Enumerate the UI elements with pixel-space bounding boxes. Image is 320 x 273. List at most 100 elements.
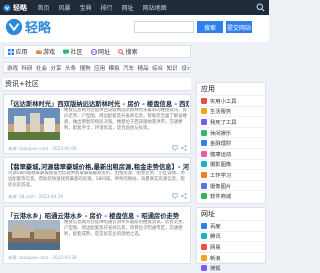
tag-item[interactable]: 模拟 <box>109 64 120 72</box>
article-meta: 来源: zxloupan.com · 2023-05-06 <box>8 146 77 151</box>
grid-icon <box>8 48 14 55</box>
logo-text: 轻略 <box>25 21 52 36</box>
article-card[interactable]: 【翡翠豪城,河源翡翠豪城价格,最新出租房源,租金走势信息】- 河源58同城 河源… <box>3 157 191 203</box>
site-logo[interactable]: 轻略 <box>5 17 51 36</box>
sidebar-item-label: 休闲娱乐 <box>210 130 232 137</box>
tab-sites[interactable]: 网址 <box>87 47 115 56</box>
nav-item[interactable]: 网站地图 <box>138 3 171 12</box>
tag-item[interactable]: 头条 <box>65 64 76 72</box>
article-meta: 来源: 58.com · 2023-04-19 <box>8 194 64 199</box>
sidebar-item-label: 搜狐 <box>210 266 221 273</box>
app-square-icon <box>201 118 207 125</box>
sidebar-item[interactable]: 我死了工具 <box>197 116 265 127</box>
sidebar-item[interactable]: 休闲娱乐 <box>197 126 265 138</box>
tag-item[interactable]: 搜狗 <box>80 64 91 72</box>
section-title: 资讯+社区 <box>3 78 191 91</box>
submit-site-button[interactable]: 提交网站 <box>226 21 252 33</box>
app-square-icon <box>201 150 207 157</box>
gamepad-icon <box>35 50 42 54</box>
tab-games[interactable]: 游戏 <box>32 47 60 56</box>
article-title[interactable]: 【翡翠豪城,河源翡翠豪城价格,最新出租房源,租金走势信息】- 河源58同城 <box>7 162 189 171</box>
tag-strip: 游戏 科研 社会 分享 头条 搜狗 应用 模拟 汽车 精品 综合 知识 设计 <box>3 62 191 73</box>
tag-item[interactable]: 知识 <box>167 64 178 72</box>
tag-item[interactable]: 科研 <box>22 64 33 72</box>
site-header: 轻略 搜索 提交网站 <box>0 15 269 42</box>
tab-community[interactable]: 社区 <box>59 47 87 56</box>
chat-icon <box>63 49 70 55</box>
tag-item[interactable]: 综合 <box>152 64 163 72</box>
tag-item[interactable]: 精品 <box>138 64 149 72</box>
sidebar-item[interactable]: 金融理财 <box>197 137 265 148</box>
share-icon[interactable] <box>181 193 187 199</box>
tab-search[interactable]: 搜索 <box>114 47 142 56</box>
article-title[interactable]: 「云港水乡」昭通云港水乡 - 房价 - 楼盘信息 - 昭通房价走势 <box>7 211 189 220</box>
app-square-icon <box>201 140 207 147</box>
app-square-icon <box>201 97 207 104</box>
top-search-icon[interactable] <box>256 3 265 12</box>
article-desc: 楼盘信息网为您提供西双版纳远达斯林时光最新的楼盘资讯、房价走势、户型图、周边配套… <box>64 108 187 131</box>
tag-item[interactable]: 汽车 <box>123 64 134 72</box>
nav-item[interactable]: 首页 <box>33 3 54 12</box>
sidebar-item-label: 摄像图片 <box>210 183 232 190</box>
article-thumbnail[interactable] <box>8 220 60 250</box>
sidebar-item-label: 生活服务 <box>210 109 232 116</box>
article-card[interactable]: 「云港水乡」昭通云港水乡 - 房价 - 楼盘信息 - 昭通房价走势 楼盘信息网为… <box>3 206 191 264</box>
app-square-icon <box>201 193 207 200</box>
sidebar-item[interactable]: 搜狐 <box>197 262 265 273</box>
top-brand[interactable]: 轻略 <box>0 3 33 13</box>
logo-icon <box>5 18 23 35</box>
link-icon <box>90 48 97 55</box>
sidebar-item[interactable]: 百度 <box>197 220 265 231</box>
sidebar-item-label: 实用小工具 <box>210 98 237 105</box>
tab-label: 应用 <box>15 49 28 56</box>
nav-item[interactable]: 风暴 <box>54 3 75 12</box>
search-button[interactable]: 搜索 <box>197 21 223 33</box>
sidebar-item-label: 摄影图像 <box>210 162 232 169</box>
nav-item[interactable]: 宝典 <box>75 3 96 12</box>
nav-item[interactable]: 网址 <box>117 3 138 12</box>
nav-item[interactable]: 排行 <box>96 3 117 12</box>
article-thumbnail[interactable] <box>8 108 60 140</box>
tab-label: 搜索 <box>125 49 138 56</box>
heart-icon[interactable] <box>172 145 178 151</box>
heart-icon[interactable] <box>172 193 178 199</box>
sidebar-sites-title: 网址 <box>201 210 215 218</box>
app-square-icon <box>201 129 207 136</box>
tag-item[interactable]: 设计 <box>181 64 190 72</box>
article-title[interactable]: 「远达斯林时光」西双版纳远达斯林时光 - 房价 - 楼盘信息 - 西双版纳房价走… <box>7 99 189 108</box>
tag-item[interactable]: 游戏 <box>7 64 18 72</box>
tag-item[interactable]: 社会 <box>36 64 47 72</box>
sidebar-item[interactable]: 摄像图片 <box>197 179 265 191</box>
sidebar-item-label: 网易 <box>210 244 221 251</box>
article-meta: 来源: zxloupan.com · 2023-03-28 <box>8 255 77 260</box>
sidebar-item-label: 我死了工具 <box>210 119 237 126</box>
brand-logo-icon <box>3 3 11 12</box>
app-square-icon <box>201 265 207 272</box>
sidebar-item-label: 健康运动 <box>210 151 232 158</box>
sidebar-item[interactable]: 实用小工具 <box>197 95 265 106</box>
top-nav: 首页 风暴 宝典 排行 网址 网站地图 <box>33 3 171 12</box>
sidebar-item-label: 工作学习 <box>210 172 232 179</box>
app-square-icon <box>201 161 207 168</box>
sidebar-sites: 网址 百度腾讯网易 新浪搜狐 <box>196 207 266 272</box>
article-card[interactable]: 「远达斯林时光」西双版纳远达斯林时光 - 房价 - 楼盘信息 - 西双版纳房价走… <box>3 94 191 154</box>
sidebar-apps-title: 应用 <box>201 85 215 93</box>
tag-item[interactable]: 分享 <box>51 64 62 72</box>
sidebar-item[interactable]: 腾讯 <box>197 230 265 242</box>
sidebar-item[interactable]: 健康运动 <box>197 147 265 159</box>
sidebar-item-label: 腾讯 <box>210 234 221 241</box>
sidebar-item[interactable]: 生活服务 <box>197 105 265 117</box>
sidebar-item[interactable]: 新浪 <box>197 251 265 263</box>
sidebar-item[interactable]: 工作学习 <box>197 169 265 180</box>
top-navbar: 轻略 首页 风暴 宝典 排行 网址 网站地图 <box>0 0 269 15</box>
share-icon[interactable] <box>181 145 187 151</box>
sidebar-item[interactable]: 摄影图像 <box>197 158 265 170</box>
sidebar-item[interactable]: 软件商城 <box>197 190 265 201</box>
app-square-icon <box>201 171 207 178</box>
tag-item[interactable]: 应用 <box>94 64 105 72</box>
sidebar-item-label: 金融理财 <box>210 141 232 148</box>
article-desc: 河源58同城翡翠豪城频道为您提供翡翠豪城最新房价、出租房源、租金走势、小区详情、… <box>8 171 185 188</box>
header-search-input[interactable] <box>134 21 194 33</box>
sidebar-item[interactable]: 网易 <box>197 241 265 252</box>
tab-apps[interactable]: 应用 <box>4 47 32 56</box>
